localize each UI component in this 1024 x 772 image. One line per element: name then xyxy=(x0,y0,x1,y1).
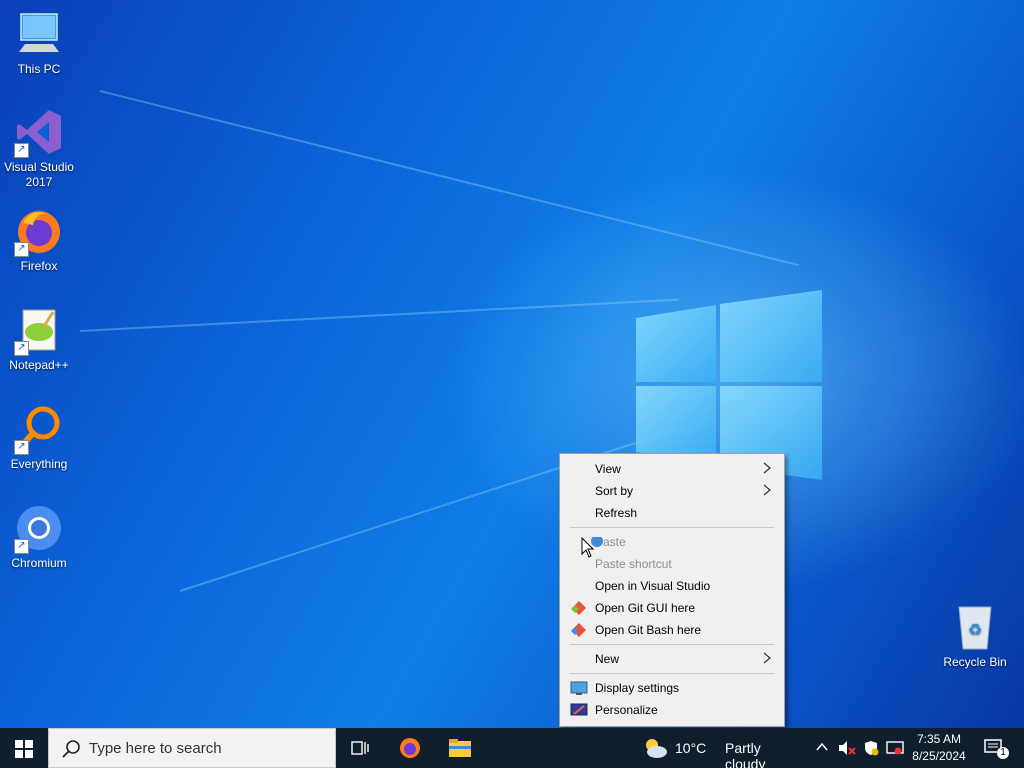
taskbar-file-explorer[interactable] xyxy=(440,728,480,768)
menu-item-label: Open Git GUI here xyxy=(595,601,696,615)
menu-item-label: Paste shortcut xyxy=(595,557,672,571)
git-bash-icon xyxy=(571,623,586,637)
task-view-icon xyxy=(351,741,369,755)
desktop-icon-notepadpp[interactable]: ↗ Notepad++ xyxy=(0,306,78,373)
network-icon xyxy=(886,741,904,755)
menu-item-open-git-bash[interactable]: Open Git Bash here xyxy=(562,619,782,641)
desktop-icon-label: Firefox xyxy=(20,259,58,273)
desktop-icon-chromium[interactable]: ↗ Chromium xyxy=(0,504,78,571)
light-beam xyxy=(79,298,680,332)
taskbar: Type here to search 10°C Partly cloudy 7… xyxy=(0,728,1024,772)
security-tray-button[interactable] xyxy=(860,728,882,768)
notification-count-badge: 1 xyxy=(1000,747,1006,758)
menu-item-label: Personalize xyxy=(595,703,658,717)
menu-item-personalize[interactable]: Personalize xyxy=(562,699,782,721)
menu-separator xyxy=(570,673,774,674)
submenu-arrow-icon xyxy=(763,652,771,664)
desktop-icon-label: Recycle Bin xyxy=(943,655,1007,669)
taskbar-firefox[interactable] xyxy=(390,728,430,768)
shortcut-arrow-icon: ↗ xyxy=(14,242,29,257)
git-gui-icon xyxy=(571,601,586,615)
clock-time[interactable]: 7:35 AM xyxy=(904,732,974,746)
menu-item-refresh[interactable]: Refresh xyxy=(562,502,782,524)
desktop-icon-everything[interactable]: ↗ Everything xyxy=(0,405,78,472)
menu-separator xyxy=(570,644,774,645)
windows-start-icon xyxy=(15,740,33,758)
submenu-arrow-icon xyxy=(763,462,771,474)
menu-item-view[interactable]: View xyxy=(562,458,782,480)
network-tray-button[interactable] xyxy=(884,728,906,768)
desktop-icon-firefox[interactable]: ↗ Firefox xyxy=(0,207,78,274)
desktop-background[interactable]: This PC ↗ Visual Studio 2017 ↗ Firefox ↗… xyxy=(0,0,1024,728)
shortcut-arrow-icon: ↗ xyxy=(14,341,29,356)
chevron-up-icon xyxy=(816,742,828,751)
shortcut-arrow-icon: ↗ xyxy=(14,440,29,455)
notepadpp-icon: ↗ xyxy=(14,306,63,356)
windows-logo-wallpaper xyxy=(636,290,822,480)
menu-item-label: Sort by xyxy=(595,484,634,498)
menu-item-open-in-visual-studio[interactable]: Open in Visual Studio xyxy=(562,575,782,597)
light-beam xyxy=(99,90,799,267)
menu-item-label: Display settings xyxy=(595,681,680,695)
menu-item-label: View xyxy=(595,462,621,476)
weather-widget[interactable]: 10°C Partly cloudy xyxy=(640,728,800,772)
firefox-icon xyxy=(400,738,420,758)
desktop-icon-label: Everything xyxy=(10,457,68,471)
search-icon xyxy=(62,740,80,758)
menu-item-label: Open Git Bash here xyxy=(595,623,702,637)
desktop-icon-this-pc[interactable]: This PC xyxy=(0,10,78,77)
firefox-icon: ↗ xyxy=(14,207,63,257)
shield-warning-icon xyxy=(865,741,879,756)
shortcut-arrow-icon: ↗ xyxy=(14,539,29,554)
menu-item-new[interactable]: New xyxy=(562,648,782,670)
show-hidden-icons-button[interactable] xyxy=(812,728,832,768)
everything-icon: ↗ xyxy=(14,405,63,455)
desktop-icon-label: Notepad++ xyxy=(9,358,69,372)
action-center-button[interactable]: 1 xyxy=(978,728,1022,768)
taskbar-search-box[interactable]: Type here to search xyxy=(48,728,336,768)
menu-item-label: Open in Visual Studio xyxy=(595,579,711,593)
desktop-icon-recycle-bin[interactable]: ♻ Recycle Bin xyxy=(936,603,1014,670)
display-settings-icon xyxy=(570,681,588,695)
volume-tray-button[interactable] xyxy=(836,728,858,768)
mouse-cursor-icon xyxy=(581,537,603,558)
chromium-icon: ↗ xyxy=(14,504,63,554)
task-view-button[interactable] xyxy=(340,728,380,768)
weather-condition: Partly cloudy xyxy=(725,740,766,772)
this-pc-icon xyxy=(15,10,63,58)
search-placeholder: Type here to search xyxy=(89,740,222,757)
shortcut-arrow-icon: ↗ xyxy=(14,143,29,158)
partly-cloudy-icon xyxy=(646,739,667,758)
desktop-icon-visual-studio[interactable]: ↗ Visual Studio 2017 xyxy=(0,108,78,190)
start-button[interactable] xyxy=(0,728,48,768)
menu-separator xyxy=(570,527,774,528)
desktop-icon-label: Chromium xyxy=(11,556,67,570)
personalize-icon xyxy=(570,703,588,716)
menu-item-sort-by[interactable]: Sort by xyxy=(562,480,782,502)
weather-temperature: 10°C xyxy=(675,740,707,756)
svg-text:♻: ♻ xyxy=(968,620,982,639)
submenu-arrow-icon xyxy=(763,484,771,496)
folder-icon xyxy=(449,739,471,757)
menu-item-display-settings[interactable]: Display settings xyxy=(562,677,782,699)
menu-item-open-git-gui[interactable]: Open Git GUI here xyxy=(562,597,782,619)
desktop-context-menu: View Sort by Refresh Paste Paste shortcu… xyxy=(559,453,785,727)
visual-studio-icon: ↗ xyxy=(14,108,63,158)
desktop-icon-label: This PC xyxy=(17,62,61,76)
menu-item-label: New xyxy=(595,652,620,666)
volume-muted-icon xyxy=(839,741,856,755)
menu-item-label: Refresh xyxy=(595,506,638,520)
desktop-icon-label: Visual Studio 2017 xyxy=(4,160,74,189)
clock-date[interactable]: 8/25/2024 xyxy=(904,749,974,763)
recycle-bin-icon: ♻ xyxy=(951,603,999,651)
